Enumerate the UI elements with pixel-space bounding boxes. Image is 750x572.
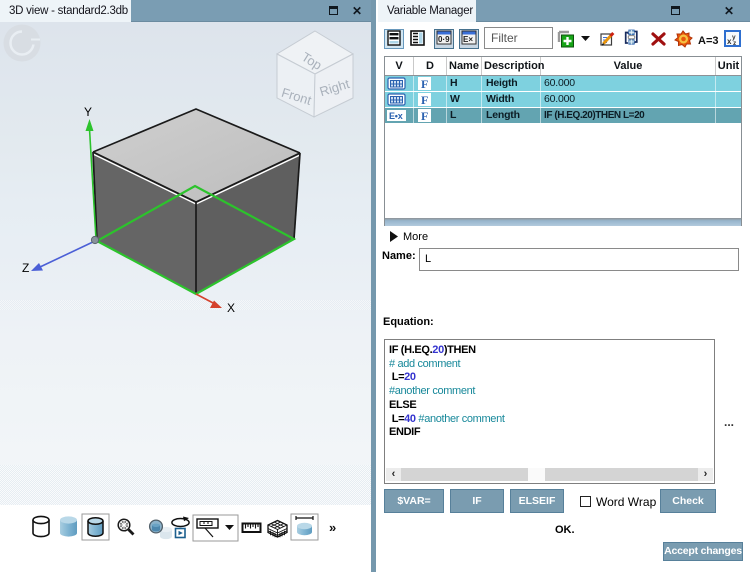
svg-text:F: F [421,77,428,91]
svg-text:E×: E× [463,35,473,44]
svg-text:»: » [329,520,336,535]
svg-text:A=3: A=3 [698,35,719,47]
svg-text:E•x: E•x [389,111,403,121]
svg-text:Z: Z [22,261,29,275]
svg-text:0·9: 0·9 [438,35,450,44]
svg-text:F: F [421,109,428,123]
svg-text:X: X [227,301,235,315]
svg-text:F: F [421,93,428,107]
svg-text:Y: Y [84,105,92,119]
